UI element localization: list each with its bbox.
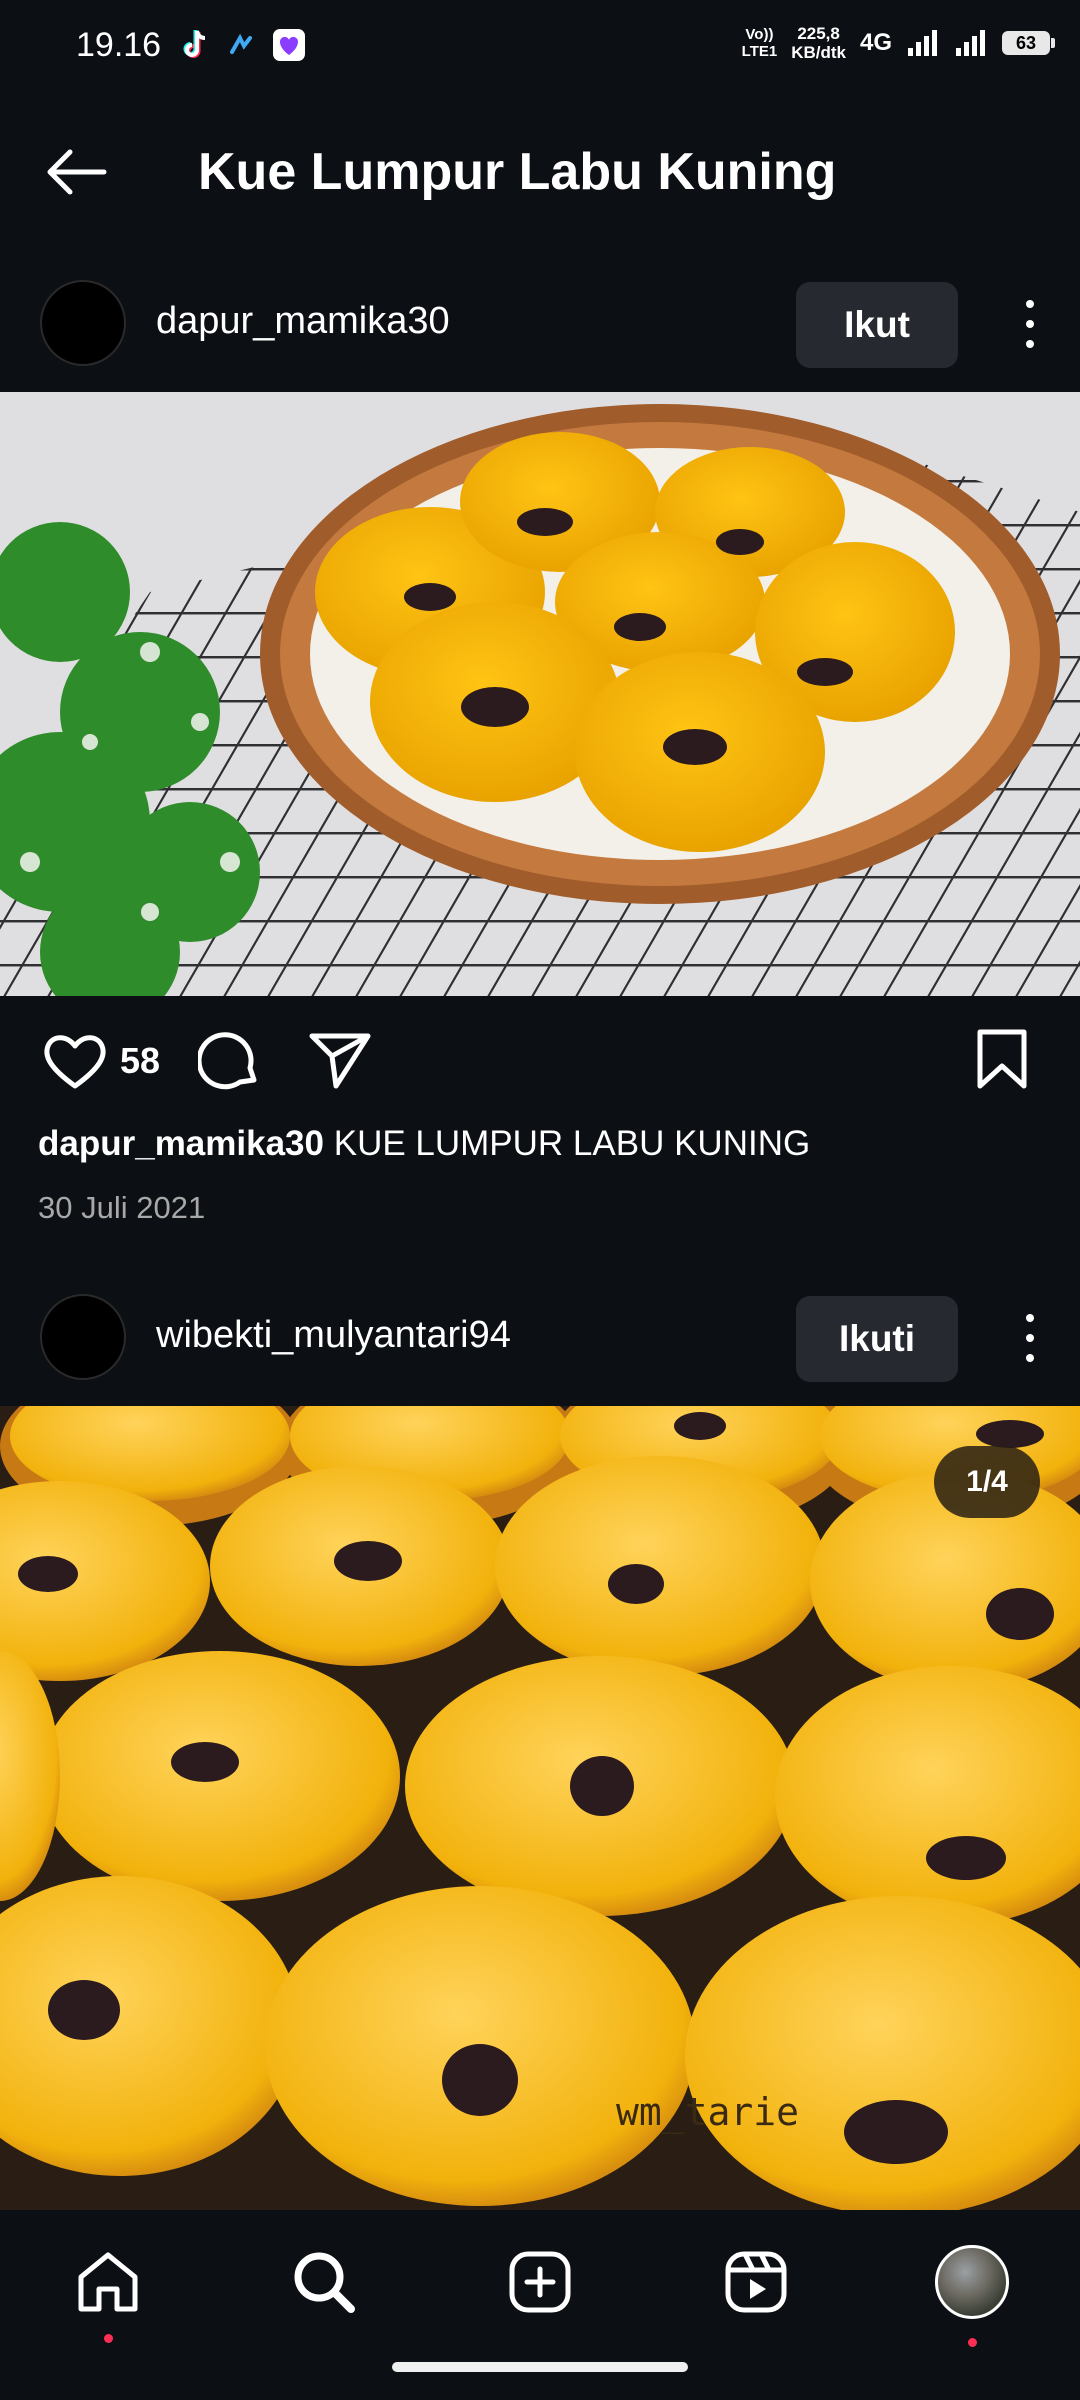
dot-icon	[1026, 1334, 1034, 1342]
tiktok-icon	[183, 30, 206, 58]
follow-button[interactable]: Ikuti	[796, 1296, 958, 1382]
avatar[interactable]	[40, 1294, 126, 1380]
status-notification-icons	[180, 28, 306, 62]
screen: 19.16 Vo)) LTE1 225,8 KB/dtk 4G 63 Kue L…	[0, 0, 1080, 2400]
post-image-carousel[interactable]: 1/4 wm_tarie	[0, 1406, 1080, 2210]
battery-icon: 63	[1002, 31, 1055, 55]
like-count[interactable]: 58	[120, 1040, 160, 1082]
heart-icon[interactable]	[42, 1030, 108, 1090]
add-post-icon	[509, 2251, 571, 2313]
signal-icon	[908, 30, 937, 56]
nav-create[interactable]	[500, 2242, 580, 2322]
notification-dot	[968, 2338, 977, 2347]
post-username[interactable]: dapur_mamika30	[156, 300, 450, 343]
signal-icon-2	[956, 30, 985, 56]
bookmark-icon[interactable]	[974, 1028, 1030, 1090]
cake-photo-illustration	[0, 1406, 1080, 2210]
more-options-button[interactable]	[1018, 1314, 1042, 1362]
send-icon[interactable]	[308, 1030, 372, 1090]
cake-photo-illustration	[0, 392, 1080, 996]
nav-search[interactable]	[284, 2242, 364, 2322]
follow-button[interactable]: Ikut	[796, 282, 958, 368]
home-icon	[78, 2252, 138, 2312]
volte-label: Vo))	[745, 26, 774, 43]
status-right-group: Vo)) LTE1 225,8 KB/dtk 4G 63	[741, 24, 1055, 62]
caption-text: KUE LUMPUR LABU KUNING	[333, 1124, 811, 1163]
speed-unit: KB/dtk	[791, 43, 846, 62]
status-bar: 19.16 Vo)) LTE1 225,8 KB/dtk 4G 63	[0, 0, 1080, 96]
dot-icon	[1026, 1314, 1034, 1322]
post-actions: 58	[0, 1020, 1080, 1100]
photo-watermark: wm_tarie	[616, 2090, 800, 2134]
dot-icon	[1026, 300, 1034, 308]
post-username[interactable]: wibekti_mulyantari94	[156, 1314, 511, 1357]
caption-username[interactable]: dapur_mamika30	[38, 1124, 324, 1163]
notification-dot	[104, 2334, 113, 2343]
comment-icon[interactable]	[198, 1028, 262, 1092]
lte-label: LTE1	[741, 43, 778, 60]
post-date: 30 Juli 2021	[38, 1190, 206, 1225]
carousel-page-indicator: 1/4	[934, 1446, 1040, 1518]
status-time: 19.16	[76, 26, 162, 64]
home-indicator[interactable]	[392, 2362, 688, 2372]
network-type: 4G	[859, 29, 892, 56]
dot-icon	[1026, 340, 1034, 348]
nav-profile[interactable]	[932, 2242, 1012, 2347]
more-options-button[interactable]	[1018, 300, 1042, 348]
post-header: wibekti_mulyantari94 Ikuti	[0, 1280, 1080, 1390]
reels-icon	[725, 2251, 787, 2313]
heart-app-icon	[273, 29, 305, 61]
nav-home[interactable]	[68, 2242, 148, 2343]
page-title: Kue Lumpur Labu Kuning	[198, 143, 837, 201]
speed-value: 225,8	[797, 24, 840, 43]
arrow-left-icon	[47, 149, 107, 195]
search-icon	[294, 2252, 355, 2313]
top-bar: Kue Lumpur Labu Kuning	[0, 120, 1080, 224]
nav-reels[interactable]	[716, 2242, 796, 2322]
post-image[interactable]	[0, 392, 1080, 996]
profile-avatar	[935, 2245, 1009, 2319]
dot-icon	[1026, 1354, 1034, 1362]
avatar[interactable]	[40, 280, 126, 366]
dot-icon	[1026, 320, 1034, 328]
app-notification-icon	[230, 33, 252, 54]
post-caption: dapur_mamika30 KUE LUMPUR LABU KUNING	[38, 1124, 810, 1164]
back-button[interactable]	[40, 144, 112, 200]
post-header: dapur_mamika30 Ikut	[0, 266, 1080, 376]
